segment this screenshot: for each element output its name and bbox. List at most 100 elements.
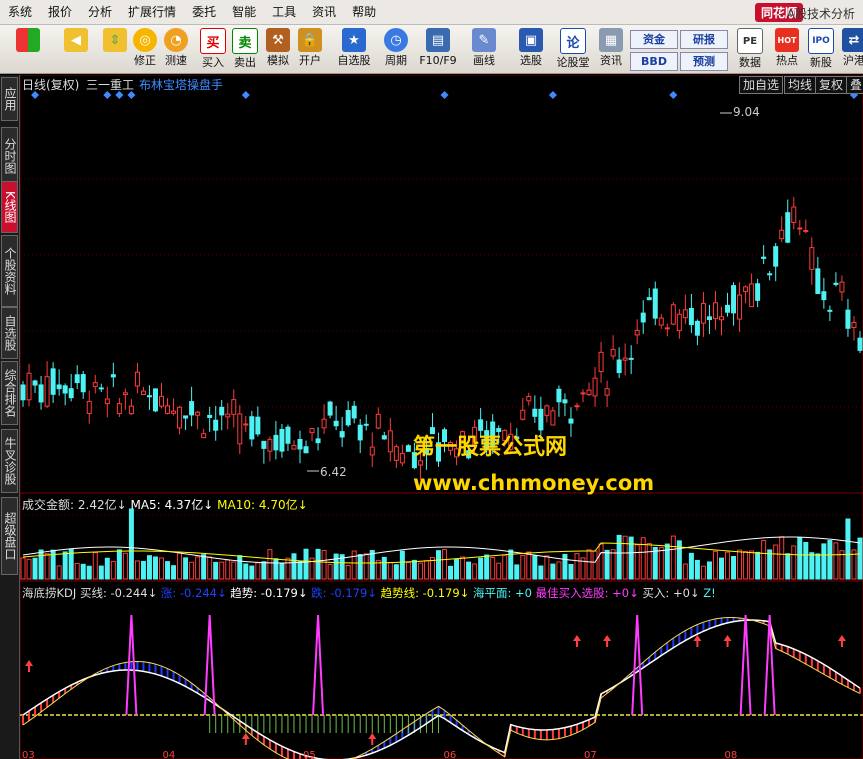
sidebar-tab-profile[interactable]: 个股资料: [1, 235, 18, 307]
buy-button[interactable]: 买买入: [199, 28, 227, 70]
volume-bar: [550, 563, 556, 580]
menu-item-6[interactable]: 工具: [264, 0, 304, 24]
chart-area[interactable]: 03 04 05 06 07 08 日线(复权) 三一重工 布林宝塔操盘手 加自选 均线 …: [20, 75, 863, 759]
volume-bar: [128, 508, 134, 580]
hk-connect-button[interactable]: ⇄ 沪港: [840, 28, 863, 68]
yuce-button[interactable]: 预测: [680, 52, 728, 71]
candle-body: [417, 460, 423, 466]
candle-body: [128, 405, 134, 415]
back-arrow-icon: ◀: [64, 28, 88, 52]
add-watchlist-button[interactable]: 加自选: [739, 76, 784, 94]
sidebar-tab-diagnosis[interactable]: 牛叉诊股: [1, 429, 18, 493]
candle-body: [183, 415, 189, 419]
candle-body: [122, 392, 128, 396]
candle-body: [339, 431, 345, 438]
overlay-button[interactable]: 叠: [846, 76, 863, 94]
draw-line-button[interactable]: ✎ 画线: [469, 28, 499, 68]
volume-bar: [146, 555, 152, 580]
candle-body: [249, 416, 255, 440]
volume-bar: [177, 552, 183, 580]
stock-picker-button[interactable]: ▣ 选股: [514, 28, 548, 68]
menu-item-8[interactable]: 帮助: [344, 0, 384, 24]
menu-item-5[interactable]: 智能: [224, 0, 264, 24]
candle-body: [562, 399, 568, 404]
x-axis-label: 07: [584, 750, 597, 759]
zijin-button[interactable]: 资金: [630, 30, 678, 49]
volume-bar: [393, 564, 399, 580]
volume-bar: [98, 565, 104, 580]
watchlist-button[interactable]: ★ 自选股: [337, 28, 371, 68]
sidebar-tab-watchlist[interactable]: 自选股: [1, 307, 18, 359]
candle-body: [797, 227, 803, 230]
kline-chart-svg[interactable]: 03 04 05 06 07 08: [20, 75, 863, 759]
candle-body: [140, 390, 146, 396]
simulate-button[interactable]: ⚒ 模拟: [264, 28, 292, 68]
candle-body: [387, 430, 393, 453]
volume-bar: [454, 558, 460, 580]
ma-button[interactable]: 均线: [784, 76, 817, 94]
candle-body: [381, 435, 387, 440]
menu-item-4[interactable]: 委托: [184, 0, 224, 24]
candle-body: [845, 309, 851, 329]
candle-body: [189, 401, 195, 416]
volume-bar: [718, 557, 724, 580]
candle-body: [134, 371, 140, 387]
volume-bar: [532, 555, 538, 580]
volume-bar: [682, 563, 688, 580]
f10-button[interactable]: ▤ F10/F9: [418, 28, 458, 68]
xiuzheng-button[interactable]: ◎ 修正: [131, 28, 159, 68]
candle-body: [261, 440, 267, 449]
lungutang-button[interactable]: 论论股堂: [556, 28, 590, 70]
pencil-icon: ✎: [472, 28, 496, 52]
volume-bar: [646, 542, 652, 580]
candle-body: [219, 406, 225, 416]
volume-bar: [38, 549, 44, 580]
menu-item-3[interactable]: 扩展行情: [120, 0, 184, 24]
candle-body: [700, 302, 706, 324]
candle-body: [110, 374, 116, 378]
bbd-button[interactable]: BBD: [630, 52, 678, 71]
grid-view-button[interactable]: [14, 28, 42, 52]
volume-bar: [363, 553, 369, 580]
kdj-header: 海底捞KDJ 买线: -0.244↓ 涨: -0.244↓ 趋势: -0.179…: [22, 586, 716, 600]
candle-body: [86, 400, 92, 414]
candle-body: [586, 389, 592, 396]
restore-rights-button[interactable]: 复权: [815, 76, 848, 94]
hammer-icon: ⚒: [266, 28, 290, 52]
sidebar-tab-kline[interactable]: K线图: [1, 181, 18, 233]
candle-body: [718, 316, 724, 321]
candle-body: [791, 206, 797, 223]
yanbao-button[interactable]: 研报: [680, 30, 728, 49]
menu-item-0[interactable]: 系统: [0, 0, 40, 24]
sell-button[interactable]: 卖卖出: [231, 28, 259, 70]
candle-body: [568, 418, 574, 424]
candle-body: [670, 304, 676, 325]
menu-item-2[interactable]: 分析: [80, 0, 120, 24]
volume-bar: [56, 565, 62, 580]
volume-bar: [80, 563, 86, 580]
menu-item-7[interactable]: 资讯: [304, 0, 344, 24]
high-price-label: 9.04: [733, 105, 760, 119]
cesu-button[interactable]: ◔ 测速: [162, 28, 190, 68]
candle-body: [664, 327, 670, 330]
candle-body: [755, 283, 761, 301]
volume-bar: [92, 552, 98, 580]
sidebar-tab-apps[interactable]: 应用: [1, 77, 18, 121]
open-account-button[interactable]: 🔒 开户: [296, 28, 324, 68]
volume-bar: [159, 557, 165, 580]
up-down-button[interactable]: ⇕: [101, 28, 129, 52]
sidebar-tab-intraday[interactable]: 分时图: [1, 127, 18, 185]
ipo-button[interactable]: IPO 新股: [807, 28, 835, 70]
news-button[interactable]: ▦ 资讯: [597, 28, 625, 68]
data-button[interactable]: PE 数据: [736, 28, 764, 70]
amount-value: 2.42亿↓: [77, 498, 127, 512]
sidebar-tab-ranking[interactable]: 综合排名: [1, 361, 18, 425]
hot-button[interactable]: HOT 热点: [773, 28, 801, 68]
candle-body: [821, 291, 827, 301]
period-button[interactable]: ◷ 周期: [381, 28, 411, 68]
menu-item-1[interactable]: 报价: [40, 0, 80, 24]
toolbar: ◀ ⇕ ◎ 修正 ◔ 测速 买买入 卖卖出 ⚒ 模拟 🔒 开户 ★ 自选股 ◷ 周期 ▤ F1…: [0, 25, 863, 74]
sidebar-tab-order-book[interactable]: 超级盘口: [1, 497, 18, 575]
back-button[interactable]: ◀: [62, 28, 90, 52]
candle-body: [345, 410, 351, 426]
